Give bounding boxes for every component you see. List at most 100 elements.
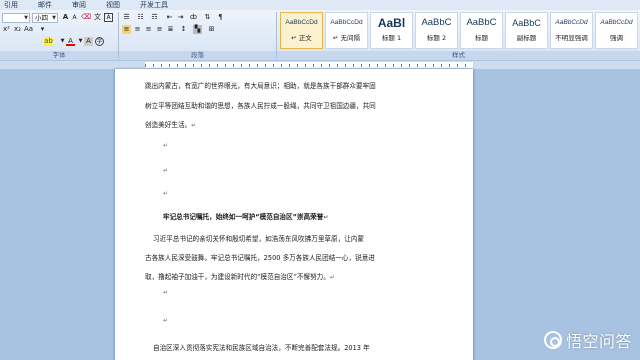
paragraph-mark: ↵: [163, 317, 169, 324]
char-border-icon[interactable]: A: [104, 13, 113, 22]
align-right-icon[interactable]: ≡: [144, 25, 153, 34]
enclose-char-icon[interactable]: 字: [95, 37, 104, 46]
ruler-tick: [313, 64, 314, 67]
ruler-tick: [193, 64, 194, 67]
ruler-tick: [329, 64, 330, 67]
ruler-tick: [465, 64, 466, 67]
decrease-indent-icon[interactable]: ⇤: [165, 13, 174, 22]
menu-item-developer[interactable]: 开发工具: [128, 0, 168, 10]
ruler-tick: [241, 64, 242, 67]
menu-item-references[interactable]: 引用: [0, 0, 18, 10]
clear-format-icon[interactable]: ⌫: [81, 13, 91, 22]
ruler-tick: [305, 64, 306, 67]
menu-item-view[interactable]: 视图: [94, 0, 120, 10]
char-shading-icon[interactable]: A: [84, 37, 93, 46]
ruler-tick: [209, 64, 210, 67]
chinese-layout-icon[interactable]: ȸ: [189, 13, 198, 22]
paragraph-line: 取，撸起袖子加油干，为建设新时代的“模范自治区”不懈努力。↵: [145, 273, 335, 281]
borders-icon[interactable]: ⊞: [207, 25, 216, 34]
ruler-tick: [401, 64, 402, 67]
shrink-font-icon[interactable]: A: [70, 13, 79, 22]
style-sample: AaBbCcDd: [330, 19, 363, 26]
line-spacing-icon[interactable]: ↕: [179, 25, 188, 34]
ruler-track: [145, 62, 473, 68]
superscript-icon[interactable]: x²: [2, 25, 11, 34]
ruler-tick: [265, 64, 266, 67]
increase-indent-icon[interactable]: ⇥: [176, 13, 185, 22]
style-name: 不明显强调: [555, 34, 588, 42]
ruler-tick: [177, 64, 178, 67]
ruler-tick: [217, 64, 218, 67]
ruler-tick: [441, 64, 442, 67]
style-item[interactable]: AaBbC 标题: [460, 12, 503, 49]
shading-icon[interactable]: ▚: [193, 25, 202, 34]
paragraph-mark: ↵: [163, 167, 169, 174]
subscript-icon[interactable]: x₂: [13, 25, 22, 34]
paragraph-line: 习近平总书记的亲切关怀和殷切希望，如浩荡东风吹拂万里草原，让内蒙: [153, 235, 364, 243]
ruler-tick: [377, 64, 378, 67]
style-sample: AaBbC: [466, 17, 497, 28]
style-name: 强调: [610, 34, 623, 42]
numbering-icon[interactable]: ☷: [136, 13, 145, 22]
ruler-tick: [273, 64, 274, 67]
bullets-icon[interactable]: ☰: [122, 13, 131, 22]
align-center-icon[interactable]: ≡: [133, 25, 142, 34]
paragraph-line: 自治区深入贯彻落实宪法和民族区域自治法，不断完善配套法规。2013 年: [153, 344, 370, 352]
horizontal-ruler[interactable]: [0, 61, 640, 69]
style-name: 标题 2: [426, 34, 447, 42]
style-item[interactable]: AaBbC 副标题: [505, 12, 548, 49]
style-sample: AaBbCcDd: [600, 19, 633, 26]
style-sample: AaBbCcDd: [285, 19, 318, 26]
menu-item-mailings[interactable]: 邮件: [26, 0, 52, 10]
paragraph-mark: ↵: [163, 142, 169, 149]
style-name: ↵ 无间隔: [332, 34, 360, 42]
change-case-icon[interactable]: ▾: [38, 25, 47, 34]
paragraph-group: ☰ ☷ ☶ ⇤ ⇥ ȸ ⇅ ¶ ≡ ≡ ≡ ≡ ≣ ↕ ▚ ⊞ 段落: [119, 10, 276, 60]
show-marks-icon[interactable]: ¶: [216, 13, 225, 22]
highlight-icon[interactable]: ab: [44, 37, 53, 46]
grow-font-icon[interactable]: A: [61, 13, 70, 22]
ruler-tick: [345, 64, 346, 67]
style-item[interactable]: AaBbCcDd ↵ 无间隔: [325, 12, 368, 49]
wukong-logo-icon: [543, 331, 562, 349]
style-name: 副标题: [516, 34, 537, 42]
ruler-tick: [249, 64, 250, 67]
paragraph-line: 树立平等团结互助和谐的思想，各族人民拧成一股绳，共同守卫祖国边疆，共同: [145, 102, 376, 110]
menu-bar: 引用 邮件 审阅 视图 开发工具: [0, 0, 640, 10]
ruler-tick: [225, 64, 226, 67]
style-item[interactable]: AaBbCcDd 不明显强调: [550, 12, 593, 49]
style-name: 标题: [475, 34, 488, 42]
style-item[interactable]: AaBbCcDd 强调: [595, 12, 638, 49]
font-group-label: 字体: [0, 51, 118, 60]
phonetic-icon[interactable]: 文: [93, 13, 102, 22]
font-name-combo[interactable]: ▼: [2, 13, 30, 23]
multilevel-list-icon[interactable]: ☶: [150, 13, 159, 22]
section-heading: 牢记总书记嘱托，始终如一呵护“模范自治区”崇高荣誉↵: [163, 213, 329, 221]
style-item[interactable]: AaBbC 标题 2: [415, 12, 458, 49]
distributed-icon[interactable]: ≣: [166, 25, 175, 34]
styles-group: AaBbCcDd ↵ 正文 AaBbCcDd ↵ 无间隔 AaBl 标题 1 AaBbC 标题…: [277, 10, 640, 60]
style-name: ↵ 正文: [291, 34, 312, 42]
font-color-icon[interactable]: A: [66, 37, 75, 46]
justify-icon[interactable]: ≡: [155, 25, 164, 34]
ruler-tick: [417, 64, 418, 67]
ruler-tick: [425, 64, 426, 67]
paragraph-mark: ↵: [163, 190, 169, 197]
style-item[interactable]: AaBl 标题 1: [370, 12, 413, 49]
ruler-tick: [457, 64, 458, 67]
font-size-combo[interactable]: 小四 ▼: [32, 13, 58, 23]
font-size-value: 小四: [35, 14, 48, 22]
sort-icon[interactable]: ⇅: [203, 13, 212, 22]
font-group: ▼ 小四 ▼ A A ⌫ 文 A x² x₂ Aa ▾ ab ▼ A ▼ A 字 …: [0, 10, 118, 60]
ruler-tick: [145, 64, 146, 67]
ruler-tick: [361, 64, 362, 67]
text-effect-icon[interactable]: Aa: [24, 25, 33, 34]
document-page[interactable]: 跳出内蒙古，有宽广的世界眼光，有大局意识；相助，就是各族干部群众要牢固 树立平等…: [115, 69, 473, 360]
style-item[interactable]: AaBbCcDd ↵ 正文: [280, 12, 323, 49]
ruler-tick: [233, 64, 234, 67]
ruler-tick: [289, 64, 290, 67]
menu-item-review[interactable]: 审阅: [60, 0, 86, 10]
ruler-tick: [297, 64, 298, 67]
paragraph-line: 古各族人民深受鼓舞。牢记总书记嘱托，2500 多万各族人民团结一心，锐意进: [145, 254, 375, 262]
align-left-icon[interactable]: ≡: [122, 25, 131, 34]
